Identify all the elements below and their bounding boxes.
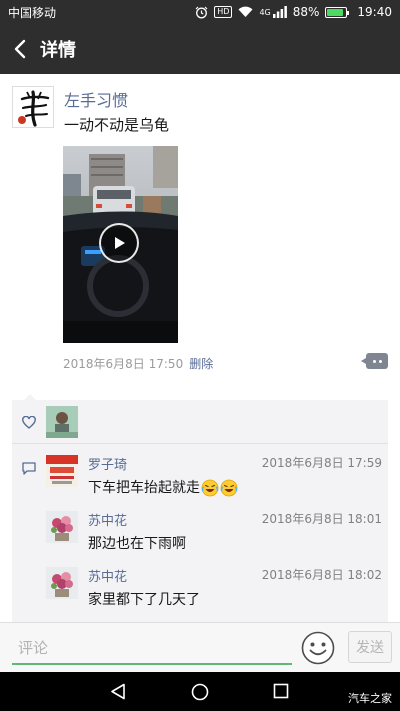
delete-link[interactable]: 删除 — [189, 357, 213, 371]
laughing-crying-emoji-icon — [201, 479, 219, 497]
back-arrow-icon — [14, 39, 26, 59]
nav-recents-icon[interactable] — [273, 683, 289, 699]
commenter-name[interactable]: 苏中花 — [88, 510, 127, 529]
comment-bar: 发送 — [0, 622, 400, 672]
send-button[interactable]: 发送 — [348, 631, 392, 663]
status-time: 19:40 — [357, 5, 392, 19]
status-icons: HD 4G 88% 19:40 — [195, 5, 392, 19]
play-icon — [115, 237, 125, 249]
status-bar: 中国移动 HD 4G 88% 19:40 — [0, 0, 400, 24]
comment-input[interactable] — [12, 633, 292, 665]
comment-icon — [22, 462, 36, 475]
flower-avatar-image — [46, 511, 78, 543]
comment-time: 2018年6月8日 18:02 — [261, 568, 382, 582]
play-button[interactable] — [99, 223, 139, 263]
post-text: 一动不动是乌龟 — [64, 116, 170, 134]
heart-icon — [22, 416, 36, 429]
title-bar: 详情 — [0, 24, 400, 74]
carrier-label: 中国移动 — [8, 5, 57, 20]
nav-back-icon[interactable] — [110, 683, 126, 700]
moment-detail: 左手习惯 一动不动是乌龟 2018年6月8日 17:50 删除 罗子琦 2018… — [0, 74, 400, 622]
system-nav-bar: 汽车之家 — [0, 672, 400, 711]
commenter-avatar[interactable] — [46, 567, 78, 599]
network-type-label: 4G — [259, 8, 271, 17]
comment-text: 家里都下了几天了 — [88, 592, 200, 608]
watermark: 汽车之家 — [348, 692, 392, 705]
comment-time: 2018年6月8日 18:01 — [261, 512, 382, 526]
commenter-avatar[interactable] — [46, 455, 78, 487]
comment-text-content: 下车把车抬起就走 — [88, 480, 200, 496]
comment-text: 那边也在下雨啊 — [88, 536, 186, 552]
commenter-name[interactable]: 苏中花 — [88, 566, 127, 585]
post-meta: 2018年6月8日 17:50 删除 — [63, 355, 213, 372]
liker-avatar[interactable] — [46, 406, 78, 438]
page-title: 详情 — [40, 40, 76, 61]
battery-icon — [325, 6, 350, 18]
post-date: 2018年6月8日 17:50 — [63, 357, 184, 371]
comment-item[interactable]: 苏中花 2018年6月8日 18:02 家里都下了几天了 — [46, 564, 382, 620]
flower-avatar-image — [46, 567, 78, 599]
wifi-icon — [238, 6, 253, 18]
likes-comments-panel: 罗子琦 2018年6月8日 17:59 下车把车抬起就走 苏中花 2018年6月… — [12, 394, 388, 622]
comment-time: 2018年6月8日 17:59 — [261, 456, 382, 470]
author-avatar[interactable] — [12, 86, 54, 128]
author-name[interactable]: 左手习惯 — [64, 87, 128, 111]
emoji-picker-icon[interactable] — [301, 631, 335, 665]
more-actions-button[interactable] — [361, 353, 388, 369]
calligraphy-avatar-image — [13, 87, 53, 127]
commenter-name[interactable]: 罗子琦 — [88, 454, 127, 473]
liker-photo — [46, 406, 78, 438]
back-button[interactable] — [0, 24, 40, 74]
signal-icon — [272, 6, 287, 18]
comment-text: 下车把车抬起就走 — [88, 477, 238, 497]
commenter-photo — [46, 455, 78, 487]
likes-row — [12, 400, 388, 444]
laughing-crying-emoji-icon — [220, 479, 238, 497]
battery-percent: 88% — [292, 5, 320, 19]
comment-item[interactable]: 苏中花 2018年6月8日 18:01 那边也在下雨啊 — [46, 508, 382, 564]
hd-badge: HD — [214, 6, 233, 18]
video-thumbnail[interactable] — [63, 146, 178, 343]
alarm-icon — [195, 6, 208, 18]
comment-item[interactable]: 罗子琦 2018年6月8日 17:59 下车把车抬起就走 — [46, 452, 382, 508]
commenter-avatar[interactable] — [46, 511, 78, 543]
nav-home-icon[interactable] — [191, 683, 209, 701]
